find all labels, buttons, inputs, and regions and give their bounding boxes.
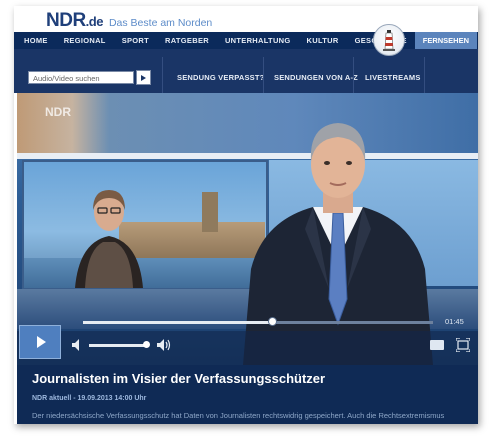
nav-item-overflow[interactable]: R bbox=[477, 36, 478, 45]
lighthouse-icon[interactable] bbox=[373, 24, 405, 56]
volume-track[interactable] bbox=[89, 341, 150, 348]
page-frame: NDR.de Das Beste am Norden HOME REGIONAL… bbox=[14, 6, 478, 424]
interviewee-figure bbox=[75, 190, 143, 288]
fullscreen-icon[interactable] bbox=[456, 338, 470, 352]
media-search-input[interactable]: Audio/Video suchen bbox=[28, 71, 134, 84]
main-nav: HOME REGIONAL SPORT RATGEBER UNTERHALTUN… bbox=[14, 32, 478, 49]
nav-item-regional[interactable]: REGIONAL bbox=[56, 36, 114, 45]
site-slogan: Das Beste am Norden bbox=[108, 17, 213, 29]
nav-item-unterhaltung[interactable]: UNTERHALTUNG bbox=[217, 36, 299, 45]
nav-item-fernsehen[interactable]: FERNSEHEN bbox=[414, 32, 478, 49]
article-meta: NDR aktuell - 19.09.2013 14:00 Uhr bbox=[32, 395, 147, 402]
video-controls-bar bbox=[17, 331, 478, 365]
article-headline[interactable]: Journalisten im Visier der Verfassungssc… bbox=[32, 371, 325, 386]
article-teaser: Journalisten im Visier der Verfassungssc… bbox=[17, 365, 478, 424]
news-anchor-figure bbox=[243, 123, 433, 365]
subnav-divider bbox=[424, 57, 425, 93]
subnav-divider bbox=[162, 57, 163, 93]
nav-item-ratgeber[interactable]: RATGEBER bbox=[157, 36, 217, 45]
site-brand[interactable]: NDR.de Das Beste am Norden bbox=[46, 10, 213, 32]
nav-item-home[interactable]: HOME bbox=[14, 36, 56, 45]
media-subnav: Audio/Video suchen SENDUNG VERPASST? SEN… bbox=[14, 49, 478, 93]
ndr-logo[interactable]: NDR.de bbox=[46, 10, 103, 32]
subnav-livestreams[interactable]: LIVESTREAMS bbox=[365, 73, 421, 82]
search-arrow-icon[interactable] bbox=[136, 70, 151, 85]
volume-fill bbox=[89, 344, 146, 347]
progress-track[interactable] bbox=[83, 317, 433, 326]
studio-screen-left bbox=[22, 160, 268, 290]
video-duration: 01:45 bbox=[445, 317, 464, 326]
captions-icon[interactable] bbox=[430, 340, 444, 350]
play-icon[interactable] bbox=[19, 325, 61, 359]
volume-handle[interactable] bbox=[143, 341, 150, 348]
nav-item-sport[interactable]: SPORT bbox=[114, 36, 157, 45]
subnav-divider bbox=[263, 57, 264, 93]
subnav-sendungen-a-z[interactable]: SENDUNGEN VON A-Z bbox=[274, 73, 358, 82]
progress-handle[interactable] bbox=[268, 317, 277, 326]
volume-high-icon[interactable] bbox=[157, 338, 171, 352]
article-teaser-text: Der niedersächsische Verfassungsschutz h… bbox=[32, 411, 445, 420]
nav-item-kultur[interactable]: KULTUR bbox=[299, 36, 347, 45]
video-player[interactable]: NDR 01:45 bbox=[17, 93, 478, 365]
city-tower bbox=[202, 192, 218, 232]
progress-fill bbox=[83, 321, 272, 324]
volume-low-icon[interactable] bbox=[72, 339, 82, 351]
subnav-divider bbox=[353, 57, 354, 93]
subnav-sendung-verpasst[interactable]: SENDUNG VERPASST? bbox=[177, 73, 264, 82]
ndr-watermark: NDR bbox=[45, 105, 71, 119]
